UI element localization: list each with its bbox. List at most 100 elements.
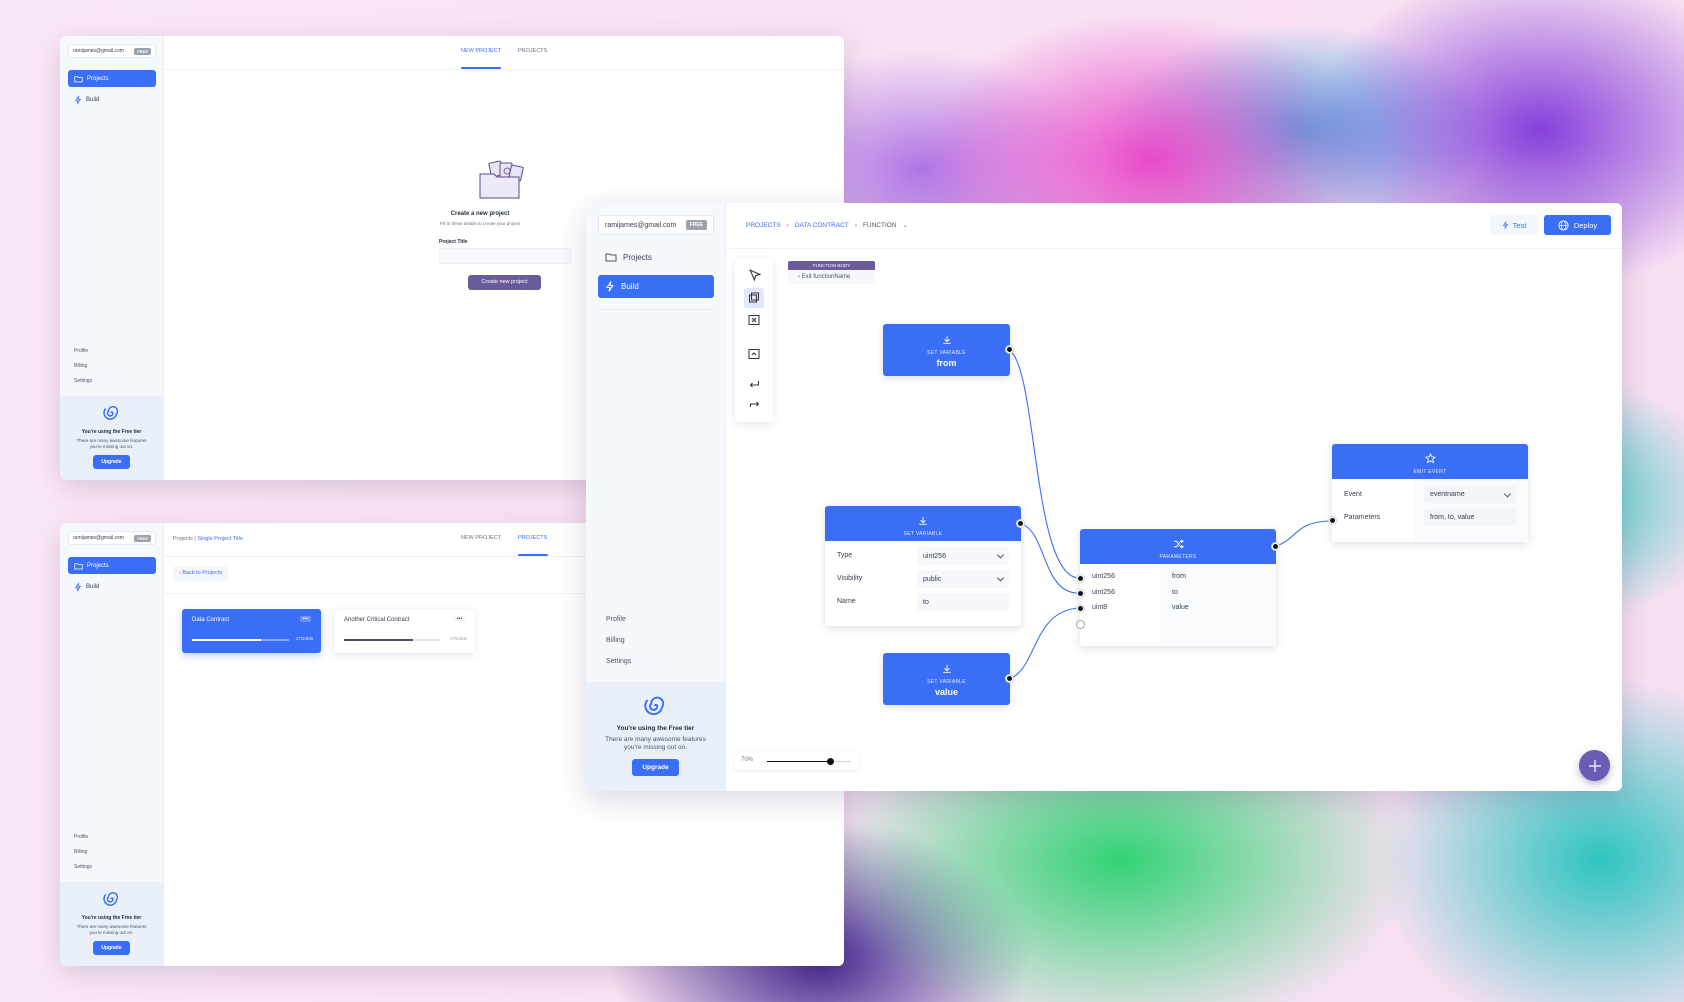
spiral-logo-icon [102,891,118,906]
chevron-down-icon [996,574,1005,582]
tab-projects[interactable]: PROJECTS [518,535,547,541]
parameters-row: Parameters from, to, value [1332,509,1528,526]
output-port[interactable] [1272,543,1279,550]
account-email: ramijames@gmail.com [73,48,124,54]
bolt-icon [74,582,82,591]
free-tier-promo: You're using the Free tier There are man… [60,396,163,480]
contract-name: Data Contract [192,617,230,623]
sidebar-link-profile[interactable]: Profile [74,348,88,354]
name-row: Name to [825,593,1021,611]
sidebar-link-settings[interactable]: Settings [74,378,92,384]
upgrade-button[interactable]: Upgrade [93,454,130,469]
sidebar-link-profile[interactable]: Profile [74,834,88,840]
sidebar-item-projects[interactable]: Projects [68,70,156,87]
promo-text: There are many awesome features you're m… [76,438,147,449]
size-progress-fill [192,639,261,641]
more-options-icon[interactable]: ••• [453,616,465,622]
set-variable-node-from[interactable]: SET VARIABLE from [883,324,1013,376]
back-to-projects-button[interactable]: ‹ Back to Projects [173,566,229,581]
param-name: value [1172,604,1189,611]
upgrade-button[interactable]: Upgrade [93,940,130,955]
sidebar: ramijames@gmail.com FREE Projects Build … [60,523,164,966]
sidebar-link-billing[interactable]: Billing [74,849,87,855]
breadcrumb-root[interactable]: Projects [173,536,193,542]
zoom-control: 70% [735,752,859,770]
set-variable-node-value[interactable]: SET VARIABLE value [883,653,1013,705]
event-label: Event [1344,491,1362,498]
download-icon [942,664,951,673]
node-type: SET VARIABLE [903,531,943,537]
sidebar-link-settings[interactable]: Settings [74,864,92,870]
download-icon [919,516,927,525]
input-port[interactable] [1077,605,1084,612]
tab-projects[interactable]: PROJECTS [518,48,547,54]
sidebar-link-billing[interactable]: Billing [74,363,87,369]
contract-card[interactable]: Another Critical Contract ••• 17/24KB [334,609,475,653]
node-header: SET VARIABLE value [883,653,1010,705]
plan-badge: FREE [134,534,151,542]
parameters-label: Parameters [1344,514,1381,521]
tab-new-project[interactable]: NEW PROJECT [461,535,501,541]
node-header: EMIT EVENT [1332,444,1528,479]
add-node-button[interactable] [1579,750,1610,781]
empty-state-subtitle: Fill in these details to create your pro… [439,221,521,226]
sidebar: ramijames@gmail.com FREE Projects Build … [60,36,164,480]
plan-badge: FREE [134,47,151,55]
field-label: Project Title [439,239,468,245]
folder-icon [74,562,83,569]
visibility-value: public [923,575,942,583]
plus-icon [1588,759,1601,772]
visibility-label: Visibility [837,575,863,582]
zoom-slider-track[interactable] [767,758,851,765]
contract-name: Another Critical Contract [344,617,410,623]
parameters-value: from, to, value [1430,514,1475,521]
builder-window: ramijames@gmail.com FREE Projects Build … [586,203,1622,791]
node-variable-name: value [934,687,958,697]
type-value: uint256 [923,552,946,560]
sidebar-item-build[interactable]: Build [68,91,156,108]
contract-card-active[interactable]: Data Contract ••• 17/24KB [182,609,321,653]
chevron-left-icon: ‹ [179,570,181,576]
output-port[interactable] [1006,675,1013,682]
event-row: Event eventname [1332,486,1528,503]
empty-state-title: Create a new project [450,211,510,217]
breadcrumb-current[interactable]: Single Project Title [197,536,243,542]
event-select[interactable]: eventname [1424,486,1516,503]
param-type: uint8 [1092,604,1108,611]
more-options-icon[interactable]: ••• [299,616,311,622]
promo-title: You're using the Free tier [81,429,142,435]
size-progress-track [192,639,289,641]
account-switcher[interactable]: ramijames@gmail.com FREE [68,44,156,58]
node-header: PARAMETERS [1080,529,1276,564]
tab-new-project[interactable]: NEW PROJECT [461,48,501,54]
input-port[interactable] [1077,575,1084,582]
input-port[interactable] [1329,517,1336,524]
node-header: SET VARIABLE [825,506,1021,541]
project-title-input[interactable] [439,248,571,264]
name-input[interactable]: to [917,593,1009,611]
sidebar-item-build[interactable]: Build [68,578,156,595]
create-project-button[interactable]: Create new project [468,275,541,290]
contract-size: 17/24KB [449,636,467,641]
size-progress-track [344,639,441,641]
output-port[interactable] [1006,346,1013,353]
set-variable-node[interactable]: SET VARIABLE Type uint256 Visibility pub… [825,506,1024,626]
account-switcher[interactable]: ramijames@gmail.com FREE [68,531,156,545]
visibility-select[interactable]: public [917,570,1009,588]
parameters-node[interactable]: PARAMETERS uint256 from uint256 to uint8… [1077,529,1279,646]
param-name: from [1172,573,1186,580]
back-label: Back to Projects [182,570,223,576]
contract-size: 17/24KB [295,636,313,641]
parameters-input[interactable]: from, to, value [1424,509,1516,526]
output-port[interactable] [1017,520,1024,527]
free-tier-promo: You're using the Free tier There are man… [60,882,163,966]
star-icon [1424,452,1436,464]
sidebar-item-label: Build [86,583,100,590]
folder-icon [74,75,83,82]
emit-event-node[interactable]: EMIT EVENT Event eventname Parameters fr… [1329,444,1528,542]
zoom-slider-handle[interactable] [827,758,834,765]
input-port[interactable] [1077,590,1084,597]
input-port-empty[interactable] [1077,621,1084,628]
sidebar-item-projects[interactable]: Projects [68,557,156,574]
type-select[interactable]: uint256 [917,547,1009,565]
